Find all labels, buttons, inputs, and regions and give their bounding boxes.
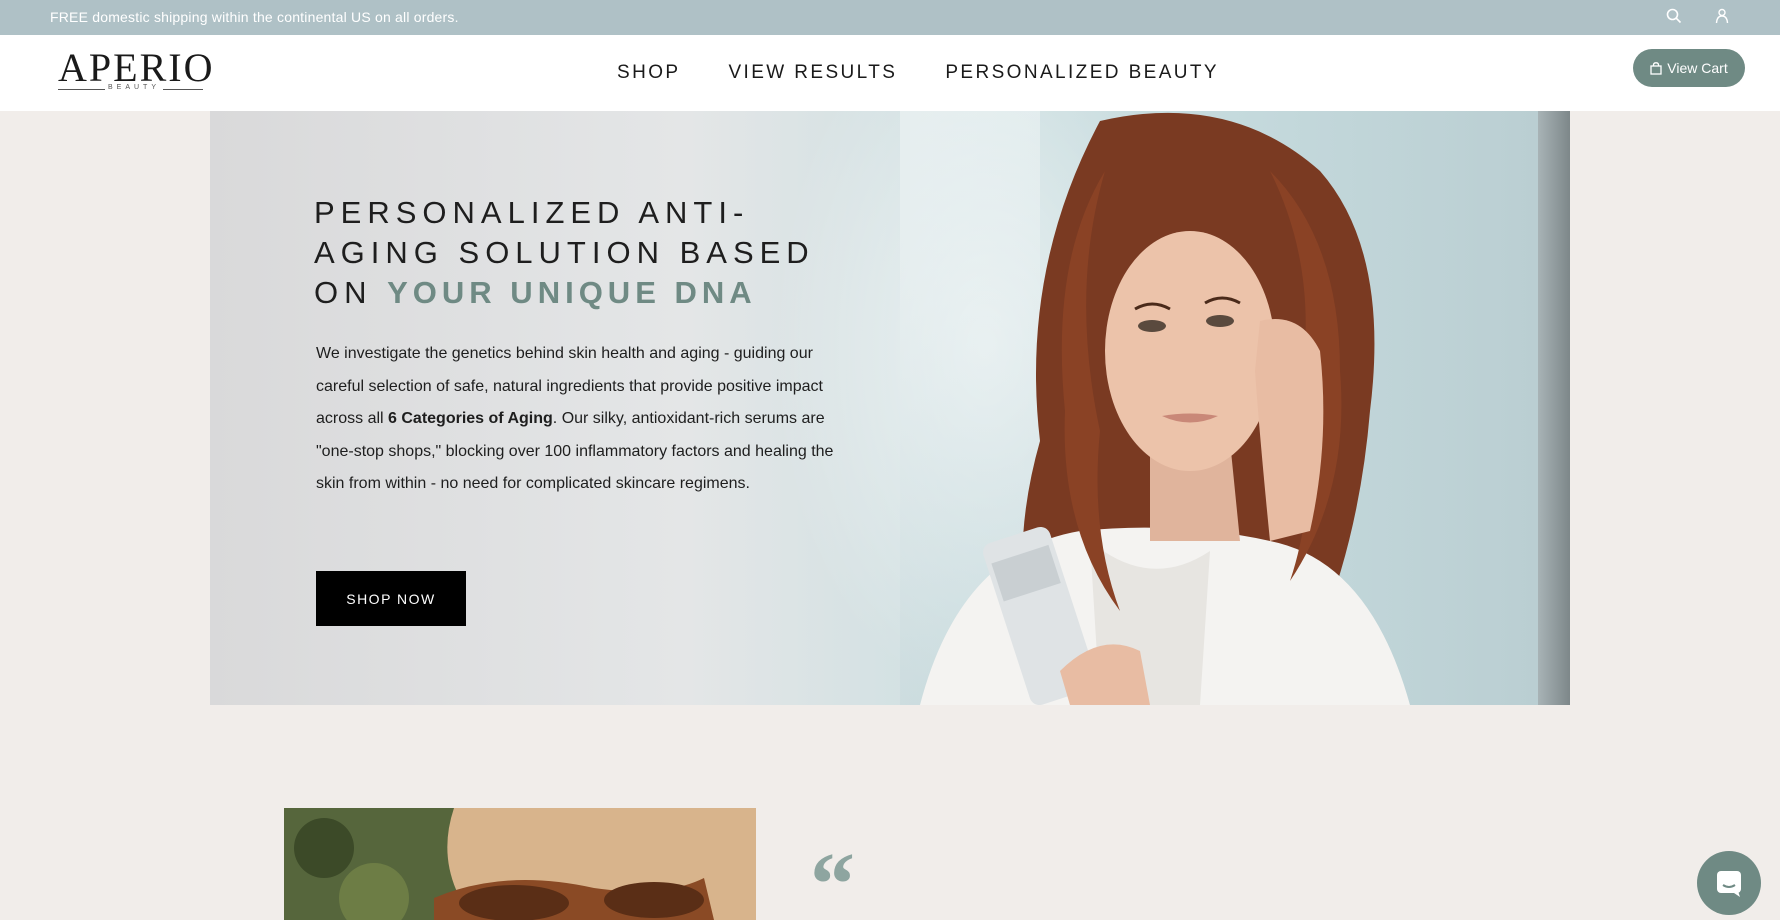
hero-banner: PERSONALIZED ANTI-AGING SOLUTION BASED O… <box>210 111 1570 705</box>
nav-personalized-beauty[interactable]: PERSONALIZED BEAUTY <box>945 62 1219 84</box>
nav-shop[interactable]: SHOP <box>617 62 680 84</box>
categories-of-aging-text: 6 Categories of Aging <box>388 410 553 427</box>
testimonial-image <box>284 808 756 920</box>
hero-title-accent: YOUR UNIQUE DNA <box>387 275 757 310</box>
bag-icon <box>1650 61 1662 75</box>
shop-now-button[interactable]: SHOP NOW <box>316 571 466 626</box>
nav-view-results[interactable]: VIEW RESULTS <box>728 62 897 84</box>
account-icon[interactable] <box>1712 6 1732 26</box>
hero-window-frame <box>1538 111 1570 705</box>
chat-icon <box>1717 871 1741 897</box>
chat-button[interactable] <box>1697 851 1761 915</box>
logo-subtitle: BEAUTY <box>105 84 164 91</box>
search-icon[interactable] <box>1664 6 1684 26</box>
main-nav: SHOP VIEW RESULTS PERSONALIZED BEAUTY <box>617 62 1219 84</box>
quote-mark: “ <box>810 835 855 920</box>
view-cart-button[interactable]: View Cart <box>1633 49 1745 87</box>
hero-model-image <box>920 112 1410 705</box>
view-cart-label: View Cart <box>1667 60 1728 76</box>
hero-title: PERSONALIZED ANTI-AGING SOLUTION BASED O… <box>314 193 874 313</box>
logo[interactable]: APERIO BEAUTY <box>58 45 215 95</box>
announcement-bar: FREE domestic shipping within the contin… <box>0 0 1780 35</box>
site-header: APERIO BEAUTY SHOP VIEW RESULTS PERSONAL… <box>0 35 1780 111</box>
logo-wordmark: APERIO <box>58 45 215 90</box>
announcement-text: FREE domestic shipping within the contin… <box>50 9 459 25</box>
hero-description: We investigate the genetics behind skin … <box>316 338 836 501</box>
